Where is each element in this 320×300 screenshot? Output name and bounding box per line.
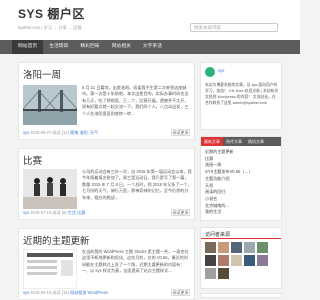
- visitor-avatar[interactable]: [257, 242, 268, 253]
- post-date: 2015-06-27: [30, 130, 52, 135]
- post-card: 洛阳一周 6 月 21 日嘉宾，出差洛阳。适逢我平生第二次来到这座城市。第一次是…: [18, 62, 195, 140]
- avatar[interactable]: [205, 67, 215, 77]
- read-more-button[interactable]: 阅读更多: [171, 209, 190, 216]
- visitors-widget: 访问者来源: [200, 227, 282, 289]
- nav-item-life[interactable]: 生活琐碎: [43, 40, 74, 54]
- post-thumbnail-theme[interactable]: [23, 249, 77, 289]
- widget-footer: [200, 293, 282, 298]
- nav-item-home[interactable]: 网站首页: [12, 40, 44, 54]
- article-link[interactable]: 我的生活: [205, 209, 279, 216]
- article-link[interactable]: 洛阳一周: [205, 162, 279, 169]
- post-meta: sys 2015-06-27 阅读 (12) 随笔 洛阳, 天气: [23, 130, 98, 136]
- post-card: 近期的主题更新 在当前我的 WordPress 主题 Stocks 是主题一共，…: [18, 228, 195, 300]
- post-card: 比赛 公司的运动会每三年一次，自 2015 年第一届运动会以来，我今年报着报名参…: [18, 148, 195, 220]
- article-tabs-widget: 最新文章 热评文章 随机文章 近期的主题更新 比赛 洛阳一周 SYS主题发布V0…: [200, 136, 282, 221]
- article-list: 近期的主题更新 比赛 洛阳一周 SYS主题发布V0.60（…） 主题功能介绍 天…: [205, 149, 279, 216]
- visitor-avatar[interactable]: [257, 255, 268, 266]
- post-tags[interactable]: 洛阳, 天气: [79, 130, 98, 135]
- site-header: SYS 棚户区 sysfeel.com | 学习 → 分享 → 回报 搜索本站内…: [0, 0, 300, 40]
- post-views: 阅读 (15): [52, 290, 69, 295]
- article-link[interactable]: SYS主题发布V0.60（…）: [205, 169, 279, 176]
- article-link[interactable]: 阅读的回归: [205, 189, 279, 196]
- visitors-title: 访问者来源: [205, 232, 231, 238]
- tab-hot[interactable]: 热评文章: [223, 137, 245, 146]
- read-more-button[interactable]: 阅读更多: [171, 129, 190, 136]
- post-views: 阅读 (8): [52, 210, 67, 215]
- article-link[interactable]: 主题功能介绍: [205, 176, 279, 183]
- nav-item-site[interactable]: 网站相关: [106, 40, 137, 54]
- article-link[interactable]: 近期的主题更新: [205, 149, 279, 156]
- post-tags[interactable]: 比赛: [77, 210, 85, 215]
- post-title[interactable]: 比赛: [23, 153, 42, 167]
- nav-item-tea[interactable]: 文字茶话: [137, 40, 168, 54]
- article-link[interactable]: 小说名: [205, 196, 279, 203]
- post-category[interactable]: 网站相关: [70, 290, 86, 295]
- visitor-avatar[interactable]: [218, 242, 229, 253]
- article-link[interactable]: 北京城南的...: [205, 203, 279, 210]
- profile-name[interactable]: sys: [218, 68, 224, 73]
- tab-latest[interactable]: 最新文章: [201, 137, 223, 146]
- site-title[interactable]: SYS 棚户区: [18, 5, 85, 22]
- post-date: 2015-07-10: [30, 210, 52, 215]
- post-thumbnail-bridge[interactable]: [23, 85, 77, 125]
- site-description: sysfeel.com | 学习 → 分享 → 回报: [18, 25, 82, 30]
- post-tags[interactable]: WordPress: [88, 290, 108, 295]
- post-author[interactable]: sys: [23, 130, 29, 135]
- post-date: 2015-06-10: [30, 290, 52, 295]
- post-title[interactable]: 近期的主题更新: [23, 233, 90, 247]
- tab-random[interactable]: 随机文章: [245, 137, 267, 146]
- post-excerpt: 6 月 21 日嘉宾，出差洛阳。适逢我平生第二次来到这座城市。第一次是十年前吧，…: [82, 85, 189, 116]
- visitor-avatar[interactable]: [231, 242, 242, 253]
- post-meta: sys 2015-07-10 阅读 (8) 生活 比赛: [23, 210, 85, 216]
- article-tabs: 最新文章 热评文章 随机文章: [201, 137, 281, 146]
- visitor-avatar[interactable]: [205, 268, 216, 279]
- visitor-avatar[interactable]: [244, 255, 255, 266]
- visitor-avatar[interactable]: [218, 268, 229, 279]
- post-views: 阅读 (12): [52, 130, 69, 135]
- profile-widget: sys 本站为博客系统的文章，及 sys 面向用户的学习，加油！ CN Jhee…: [200, 62, 282, 130]
- profile-text: 本站为博客系统的文章，及 sys 面向用户的学习，加油！ CN Jhee 欢迎光…: [205, 83, 279, 105]
- post-excerpt: 公司的运动会每三年一次，自 2015 年第一届运动会以来，我今年报着报名参加了。…: [82, 169, 192, 200]
- divider: [201, 238, 281, 239]
- read-more-button[interactable]: 阅读更多: [171, 289, 190, 296]
- post-author[interactable]: sys: [23, 210, 29, 215]
- post-excerpt: 在当前我的 WordPress 主题 Stocks 是主题一共，一面也在这里不断…: [82, 249, 189, 274]
- visitor-avatar[interactable]: [205, 242, 216, 253]
- search-input[interactable]: 搜索本站内容: [190, 23, 278, 32]
- post-title[interactable]: 洛阳一周: [23, 67, 61, 81]
- visitor-avatar[interactable]: [244, 242, 255, 253]
- post-meta: sys 2015-06-10 阅读 (15) 网站相关 WordPress: [23, 290, 108, 296]
- article-link[interactable]: 天桥: [205, 183, 279, 190]
- post-category[interactable]: 生活: [68, 210, 76, 215]
- visitor-avatars: [205, 242, 279, 279]
- visitor-avatar[interactable]: [231, 255, 242, 266]
- search-placeholder: 搜索本站内容: [194, 25, 221, 30]
- visitor-avatar[interactable]: [205, 255, 216, 266]
- post-thumbnail-runners[interactable]: [23, 169, 77, 209]
- article-link[interactable]: 比赛: [205, 156, 279, 163]
- post-category[interactable]: 随笔: [70, 130, 78, 135]
- visitor-avatar[interactable]: [218, 255, 229, 266]
- nav-item-review[interactable]: 精彩回味: [74, 40, 105, 54]
- post-author[interactable]: sys: [23, 290, 29, 295]
- main-nav: 网站首页 生活琐碎 精彩回味 网站相关 文字茶话: [0, 40, 300, 54]
